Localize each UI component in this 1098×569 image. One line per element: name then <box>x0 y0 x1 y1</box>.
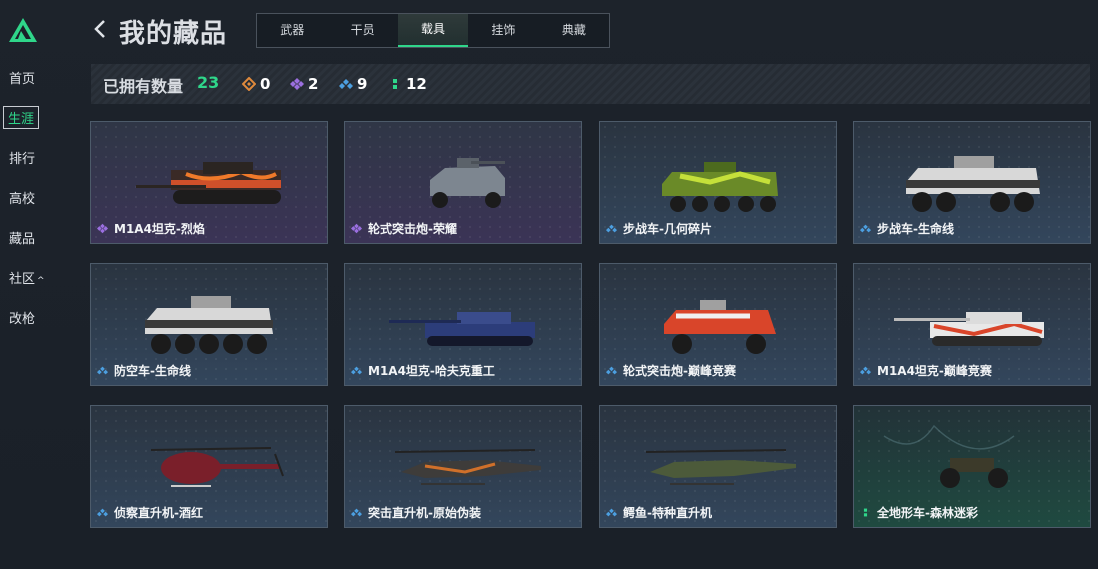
card-title: M1A4坦克-哈夫克重工 <box>368 364 495 378</box>
tab-collectibles[interactable]: 典藏 <box>539 14 609 47</box>
blue-diamond-icon <box>860 224 871 233</box>
blue-diamond-icon <box>339 79 353 89</box>
sidebar-item-collection[interactable]: 藏品 <box>9 228 35 247</box>
sidebar-item-ranking[interactable]: 排行 <box>9 148 35 167</box>
rarity-blue-count: 9 <box>357 75 368 93</box>
rarity-blue: 9 <box>339 75 367 93</box>
tab-operators[interactable]: 干员 <box>327 14 397 47</box>
app-logo-icon[interactable] <box>8 16 38 44</box>
card-label: 鳄鱼-特种直升机 <box>606 504 712 521</box>
card-title: 步战车-几何碎片 <box>623 222 712 236</box>
card-title: M1A4坦克-巅峰竞赛 <box>877 364 992 378</box>
card-label: 侦察直升机-酒红 <box>97 504 203 521</box>
sidebar-item-career[interactable]: 生涯 <box>3 106 40 129</box>
vehicle-card[interactable]: 轮式突击炮-巅峰竞赛 <box>599 263 837 386</box>
blue-diamond-icon <box>860 366 871 375</box>
card-label: M1A4坦克-巅峰竞赛 <box>860 362 992 379</box>
green-dots-icon <box>863 508 868 517</box>
rarity-purple-count: 2 <box>308 75 319 93</box>
helicopter-image <box>150 447 284 487</box>
tab-pendants[interactable]: 挂饰 <box>468 14 538 47</box>
tank-image <box>894 312 1044 346</box>
card-label: M1A4坦克-哈夫克重工 <box>351 362 495 379</box>
ifv-image <box>662 162 778 212</box>
card-label: M1A4坦克-烈焰 <box>97 220 205 237</box>
vehicle-card[interactable]: M1A4坦克-巅峰竞赛 <box>853 263 1091 386</box>
vehicle-card[interactable]: 鳄鱼-特种直升机 <box>599 405 837 528</box>
sidebar-item-community[interactable]: 社区 ^ <box>9 268 45 287</box>
blue-diamond-icon <box>97 366 108 375</box>
tank-image <box>136 162 281 204</box>
atv-image <box>883 424 1015 488</box>
rarity-purple: 2 <box>290 75 318 93</box>
purple-diamond-icon <box>290 78 304 90</box>
card-title: 全地形车-森林迷彩 <box>877 506 978 520</box>
card-label: 防空车-生命线 <box>97 362 191 379</box>
helicopter-image <box>394 449 541 485</box>
tank-image <box>389 312 535 346</box>
card-title: 鳄鱼-特种直升机 <box>623 506 712 520</box>
card-title: 侦察直升机-酒红 <box>114 506 203 520</box>
sidebar-item-home[interactable]: 首页 <box>9 68 35 87</box>
rarity-green-count: 12 <box>406 75 427 93</box>
purple-diamond-icon <box>97 223 108 234</box>
sidebar: 首页 生涯 排行 高校 藏品 社区 ^ 改枪 <box>0 0 56 569</box>
vehicle-card[interactable]: 侦察直升机-酒红 <box>90 405 328 528</box>
card-title: 突击直升机-原始伪装 <box>368 506 481 520</box>
page-title: 我的藏品 <box>119 19 228 49</box>
card-title: 轮式突击炮-荣耀 <box>368 222 457 236</box>
blue-diamond-icon <box>351 366 362 375</box>
card-label: 步战车-生命线 <box>860 220 954 237</box>
sidebar-item-college[interactable]: 高校 <box>9 188 35 207</box>
card-label: 轮式突击炮-荣耀 <box>351 220 457 237</box>
blue-diamond-icon <box>351 508 362 517</box>
card-label: 突击直升机-原始伪装 <box>351 504 481 521</box>
sidebar-item-gunsmith[interactable]: 改枪 <box>9 308 35 327</box>
ifv-image <box>906 156 1040 212</box>
card-label: 全地形车-森林迷彩 <box>860 504 978 521</box>
vehicle-card[interactable]: 轮式突击炮-荣耀 <box>344 121 582 244</box>
card-title: 步战车-生命线 <box>877 222 954 236</box>
card-label: 轮式突击炮-巅峰竞赛 <box>606 362 736 379</box>
vehicle-card[interactable]: 步战车-生命线 <box>853 121 1091 244</box>
vehicle-card[interactable]: 步战车-几何碎片 <box>599 121 837 244</box>
rarity-orange: 0 <box>242 75 270 93</box>
back-arrow-icon[interactable] <box>92 18 108 40</box>
card-title: M1A4坦克-烈焰 <box>114 222 205 236</box>
anti-air-vehicle-image <box>145 296 273 354</box>
vehicle-card[interactable]: 突击直升机-原始伪装 <box>344 405 582 528</box>
owned-summary-bar: 已拥有数量 23 0 2 9 12 <box>91 64 1090 104</box>
tab-vehicles[interactable]: 载具 <box>397 14 469 47</box>
green-dots-icon <box>393 79 397 89</box>
purple-diamond-icon <box>351 223 362 234</box>
owned-count: 23 <box>197 73 220 92</box>
blue-diamond-icon <box>606 508 617 517</box>
vehicle-card[interactable]: M1A4坦克-哈夫克重工 <box>344 263 582 386</box>
owned-label: 已拥有数量 <box>103 77 184 96</box>
sidebar-item-label: 社区 <box>9 272 36 287</box>
app: 首页 生涯 排行 高校 藏品 社区 ^ 改枪 我的藏品 武器 干员 载具 挂饰 典… <box>0 0 1098 569</box>
vehicle-card[interactable]: M1A4坦克-烈焰 <box>90 121 328 244</box>
tab-weapons[interactable]: 武器 <box>257 14 327 47</box>
card-title: 防空车-生命线 <box>114 364 191 378</box>
helicopter-image <box>645 449 796 485</box>
blue-diamond-icon <box>606 224 617 233</box>
chevron-up-icon: ^ <box>37 276 45 286</box>
orange-diamond-icon <box>242 77 256 91</box>
vehicle-card[interactable]: 全地形车-森林迷彩 <box>853 405 1091 528</box>
rarity-green: 12 <box>388 75 427 93</box>
card-title: 轮式突击炮-巅峰竞赛 <box>623 364 736 378</box>
rarity-orange-count: 0 <box>260 75 271 93</box>
blue-diamond-icon <box>97 508 108 517</box>
card-label: 步战车-几何碎片 <box>606 220 712 237</box>
armored-car-image <box>430 158 505 208</box>
blue-diamond-icon <box>606 366 617 375</box>
armored-car-image <box>664 300 776 354</box>
vehicle-card[interactable]: 防空车-生命线 <box>90 263 328 386</box>
category-tabs: 武器 干员 载具 挂饰 典藏 <box>256 13 610 48</box>
